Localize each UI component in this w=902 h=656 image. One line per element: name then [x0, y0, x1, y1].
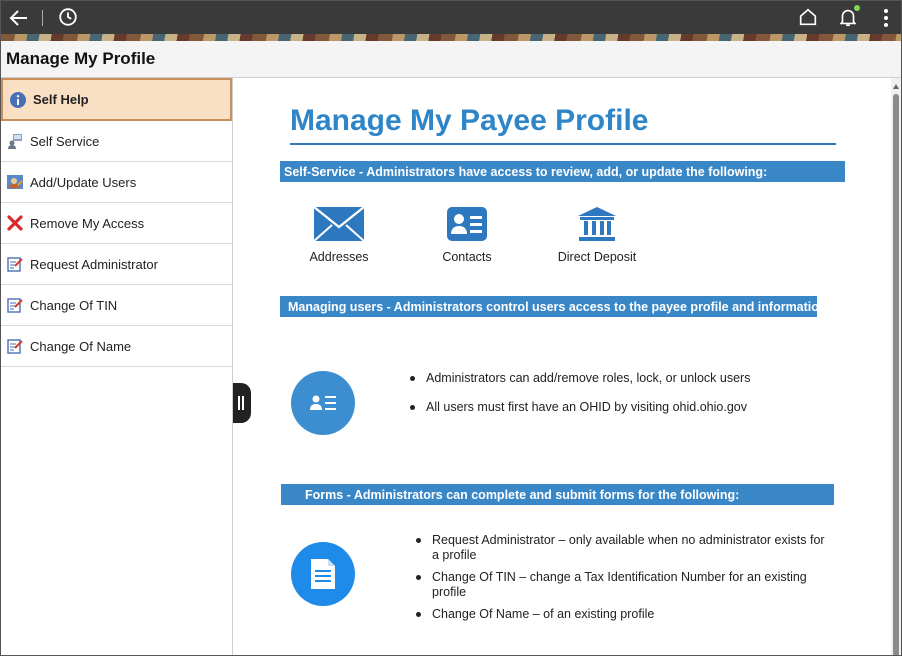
users-icon — [7, 175, 23, 189]
sidebar-item-remove-my-access[interactable]: Remove My Access — [1, 203, 232, 244]
sidebar-item-self-service[interactable]: Self Service — [1, 121, 232, 162]
decorative-banner-strip — [1, 34, 901, 41]
self-service-icon — [8, 134, 22, 149]
service-contacts: Contacts — [432, 206, 502, 264]
top-banner — [1, 1, 901, 41]
content-heading: Manage My Payee Profile — [290, 104, 649, 137]
form-edit-icon — [7, 257, 23, 272]
bank-icon — [578, 207, 616, 241]
sidebar-item-change-of-name[interactable]: Change Of Name — [1, 326, 232, 367]
history-clock-icon[interactable] — [57, 6, 79, 28]
sidebar-nav: Self Help Self Service Add/Update Users … — [1, 78, 233, 655]
notification-dot — [854, 5, 860, 11]
service-label: Contacts — [442, 250, 492, 264]
sidebar-item-self-help[interactable]: Self Help — [1, 78, 232, 121]
home-icon[interactable] — [797, 6, 819, 28]
sidebar-item-label: Change Of Name — [30, 338, 132, 354]
sidebar-item-label: Add/Update Users — [30, 174, 137, 190]
info-icon — [10, 91, 26, 108]
sidebar-item-label: Change Of TIN — [30, 297, 118, 313]
sidebar-item-label: Self Service — [30, 133, 100, 149]
scrollbar-thumb[interactable] — [893, 94, 899, 655]
more-options-icon[interactable] — [879, 6, 893, 30]
toolbar-separator — [42, 10, 43, 26]
sidebar-item-request-administrator[interactable]: Request Administrator — [1, 244, 232, 285]
sidebar-item-change-of-tin[interactable]: Change Of TIN — [1, 285, 232, 326]
list-item: All users must first have an OHID by vis… — [408, 400, 808, 415]
service-label: Direct Deposit — [557, 250, 637, 264]
managing-users-section-header: Managing users - Administrators control … — [280, 296, 831, 317]
user-id-circle-icon — [291, 371, 355, 435]
list-item: Change Of Name – of an existing profile — [414, 607, 834, 622]
document-icon — [311, 559, 335, 589]
vertical-scrollbar[interactable] — [891, 78, 901, 655]
sidebar-item-label: Request Administrator — [30, 256, 158, 272]
app-window: Manage My Profile Self Help Self Service… — [0, 0, 902, 656]
main-content: Manage My Payee Profile Self-Service - A… — [234, 78, 891, 655]
contact-card-icon — [447, 207, 487, 241]
red-x-icon — [7, 215, 23, 231]
form-edit-icon — [7, 339, 23, 354]
sidebar-item-label: Self Help — [33, 92, 89, 107]
sidebar-item-label: Remove My Access — [30, 215, 145, 231]
id-card-icon — [310, 395, 336, 410]
back-arrow-icon[interactable] — [7, 6, 31, 30]
self-service-section-header: Self-Service - Administrators have acces… — [280, 161, 845, 182]
page-title: Manage My Profile — [6, 49, 156, 68]
sidebar-item-add-update-users[interactable]: Add/Update Users — [1, 162, 232, 203]
envelope-icon — [313, 206, 365, 242]
list-item: Administrators can add/remove roles, loc… — [408, 371, 808, 386]
forms-circle-icon — [291, 542, 355, 606]
heading-underline — [290, 143, 836, 145]
service-label: Addresses — [309, 250, 369, 264]
scroll-up-arrow-icon[interactable] — [893, 84, 899, 89]
form-edit-icon — [7, 298, 23, 313]
service-addresses: Addresses — [304, 206, 374, 264]
list-item: Change Of TIN – change a Tax Identificat… — [414, 570, 834, 600]
forms-list: Request Administrator – only available w… — [414, 533, 834, 629]
service-direct-deposit: Direct Deposit — [552, 206, 642, 264]
forms-section-header: Forms - Administrators can complete and … — [281, 484, 834, 505]
managing-users-list: Administrators can add/remove roles, loc… — [408, 371, 808, 429]
list-item: Request Administrator – only available w… — [414, 533, 834, 563]
page-title-bar: Manage My Profile — [1, 41, 901, 78]
